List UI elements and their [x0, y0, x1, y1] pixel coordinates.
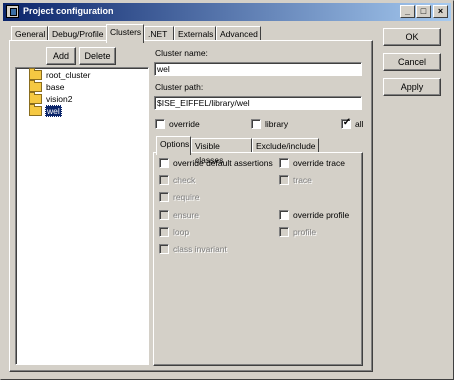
tab-dotnet[interactable]: .NET: [144, 26, 174, 41]
tree-item-base[interactable]: base: [16, 80, 146, 93]
ok-button[interactable]: OK: [383, 28, 441, 46]
override-default-assertions-checkbox[interactable]: [159, 158, 169, 168]
all-label: all: [355, 119, 364, 129]
ensure-checkbox[interactable]: [159, 210, 169, 220]
tree-item-vision2[interactable]: vision2: [16, 92, 146, 105]
cluster-tree[interactable]: root_cluster base vision2 wel: [15, 67, 149, 365]
folder-icon: [29, 68, 42, 80]
cluster-name-input[interactable]: wel: [154, 62, 362, 76]
apply-button[interactable]: Apply: [383, 78, 441, 96]
library-label: library: [265, 119, 289, 129]
trace-label: trace: [293, 175, 312, 185]
class-invariant-checkbox[interactable]: [159, 244, 169, 254]
tree-item-label: root_cluster: [46, 70, 91, 80]
require-checkbox[interactable]: [159, 192, 169, 202]
tab-externals[interactable]: Externals: [174, 26, 216, 41]
minimize-button[interactable]: _: [400, 5, 415, 18]
folder-icon: [29, 92, 42, 104]
tree-item-root-cluster[interactable]: root_cluster: [16, 68, 146, 81]
window-title: Project configuration: [23, 6, 114, 16]
check-checkbox[interactable]: [159, 175, 169, 185]
library-checkbox[interactable]: [251, 119, 261, 129]
cluster-name-label: Cluster name:: [155, 48, 208, 58]
tab-general[interactable]: General: [11, 26, 48, 41]
override-checkbox[interactable]: [155, 119, 165, 129]
cluster-path-input[interactable]: $ISE_EIFFEL/library/wel: [154, 96, 362, 110]
tree-item-label: base: [46, 82, 65, 92]
title-bar[interactable]: Project configuration _ □ ×: [3, 3, 451, 21]
folder-icon: [29, 104, 42, 116]
add-cluster-button[interactable]: Add: [46, 47, 76, 65]
delete-cluster-button[interactable]: Delete: [79, 47, 116, 65]
tab-clusters[interactable]: Clusters: [106, 24, 144, 43]
tree-item-wel[interactable]: wel: [16, 104, 146, 117]
require-label: require: [173, 192, 200, 202]
ensure-label: ensure: [173, 210, 199, 220]
override-profile-label: override profile: [293, 210, 350, 220]
override-trace-label: override trace: [293, 158, 345, 168]
override-profile-checkbox[interactable]: [279, 210, 289, 220]
loop-checkbox[interactable]: [159, 227, 169, 237]
subtab-exclude-include[interactable]: Exclude/include: [252, 138, 319, 153]
tab-advanced[interactable]: Advanced: [216, 26, 261, 41]
subtab-visible-classes[interactable]: Visible classes: [191, 138, 252, 165]
override-default-assertions-label: override default assertions: [173, 158, 273, 168]
profile-checkbox[interactable]: [279, 227, 289, 237]
loop-label: loop: [173, 227, 190, 237]
subtab-options[interactable]: Options: [156, 136, 191, 155]
checkmark-icon: ✓: [342, 117, 352, 128]
profile-label: profile: [293, 227, 317, 237]
tree-item-label: vision2: [46, 94, 73, 104]
cluster-path-label: Cluster path:: [155, 82, 204, 92]
class-invariant-label: class invariant: [173, 244, 227, 254]
check-label: check: [173, 175, 196, 185]
tree-item-label: wel: [45, 105, 62, 117]
project-configuration-window: Project configuration _ □ × General Debu…: [0, 0, 454, 380]
cancel-button[interactable]: Cancel: [383, 53, 441, 71]
trace-checkbox[interactable]: [279, 175, 289, 185]
close-button[interactable]: ×: [433, 5, 448, 18]
override-trace-checkbox[interactable]: [279, 158, 289, 168]
override-label: override: [169, 119, 200, 129]
maximize-button[interactable]: □: [416, 5, 431, 18]
app-icon: [6, 5, 19, 18]
all-checkbox[interactable]: ✓: [341, 117, 352, 129]
folder-icon: [29, 80, 42, 92]
tab-debug-profile[interactable]: Debug/Profile: [48, 26, 108, 41]
